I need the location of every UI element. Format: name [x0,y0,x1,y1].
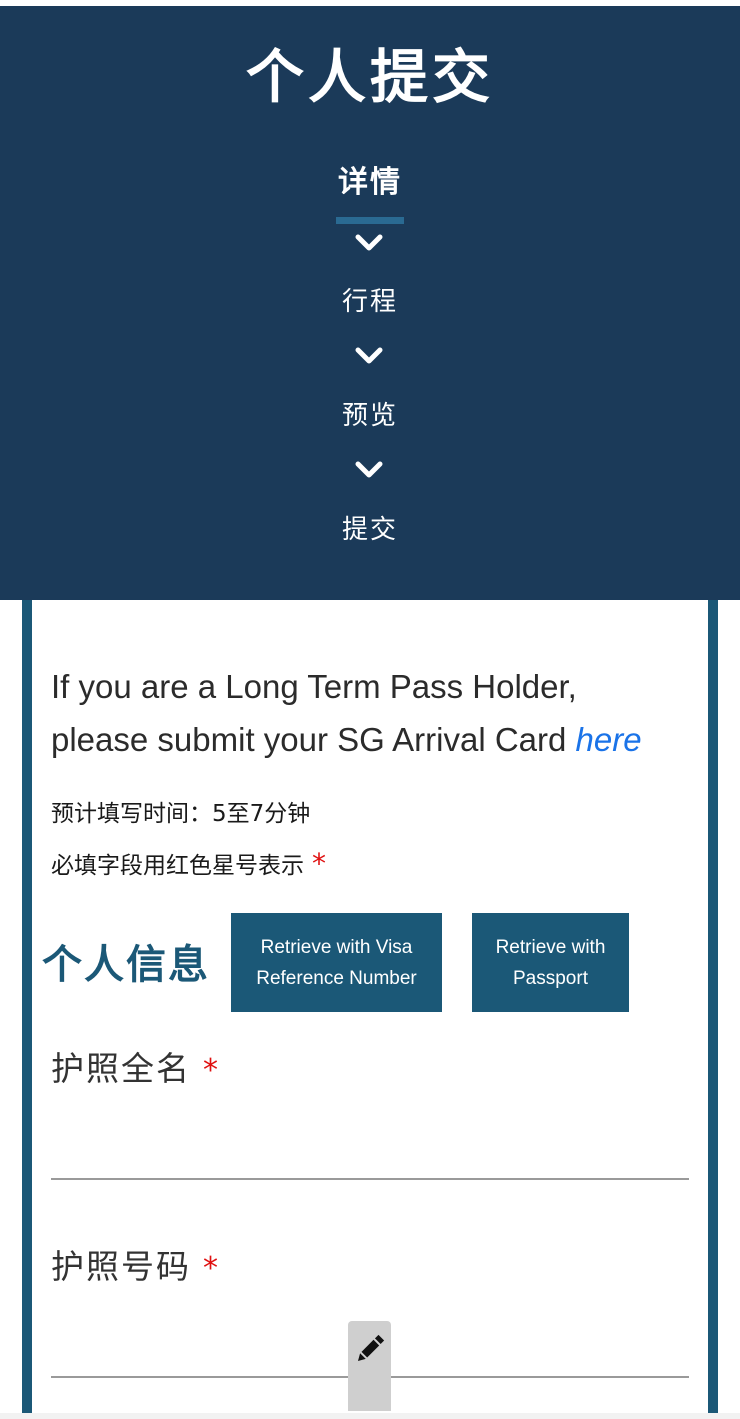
retrieve-passport-label-2: Passport [513,967,588,989]
chevron-down-icon [355,234,383,251]
retrieve-with-passport-button[interactable]: Retrieve with Passport [472,913,629,1012]
passport-name-label: 护照全名 [51,1049,191,1088]
passport-number-label: 护照号码 [51,1247,191,1286]
edit-handle[interactable] [348,1321,391,1411]
retrieve-passport-label-1: Retrieve with [495,936,606,958]
long-term-pass-notice: If you are a Long Term Pass Holder, plea… [51,660,711,766]
required-star: * [203,1053,220,1088]
chevron-down-icon [355,347,383,364]
passport-number-label-row: 护照号码 * [51,1245,220,1291]
required-hint: 必填字段用红色星号表示 [51,853,304,879]
retrieve-visa-label-2: Reference Number [256,967,417,989]
step-itinerary[interactable]: 行程 [0,285,740,319]
required-star: * [203,1251,220,1286]
chevron-down-icon [355,461,383,478]
header-banner: 个人提交 详情 行程 预览 提交 [0,6,740,600]
step-submit[interactable]: 提交 [0,513,740,547]
bottom-edge [0,1413,740,1419]
step-preview[interactable]: 预览 [0,399,740,433]
page: 个人提交 详情 行程 预览 提交 If you are a Long Term … [0,0,740,1419]
passport-name-field[interactable] [51,1138,689,1180]
notice-line-2: please submit your SG Arrival Card [51,721,576,758]
active-step-indicator [336,217,404,224]
notice-line-1: If you are a Long Term Pass Holder, [51,668,577,705]
page-title: 个人提交 [245,43,494,111]
pencil-icon [357,1334,384,1362]
section-title-personal-info: 个人信息 [42,942,210,988]
retrieve-with-visa-button[interactable]: Retrieve with Visa Reference Number [231,913,442,1012]
retrieve-visa-label-1: Retrieve with Visa [260,936,413,958]
estimated-time: 预计填写时间：5至7分钟 [51,801,311,827]
top-strip [0,0,740,6]
step-details[interactable]: 详情 [0,166,740,200]
required-star: * [312,847,326,880]
required-hint-row: 必填字段用红色星号表示 * [51,848,326,882]
here-link[interactable]: here [576,721,642,758]
passport-name-label-row: 护照全名 * [51,1047,220,1093]
